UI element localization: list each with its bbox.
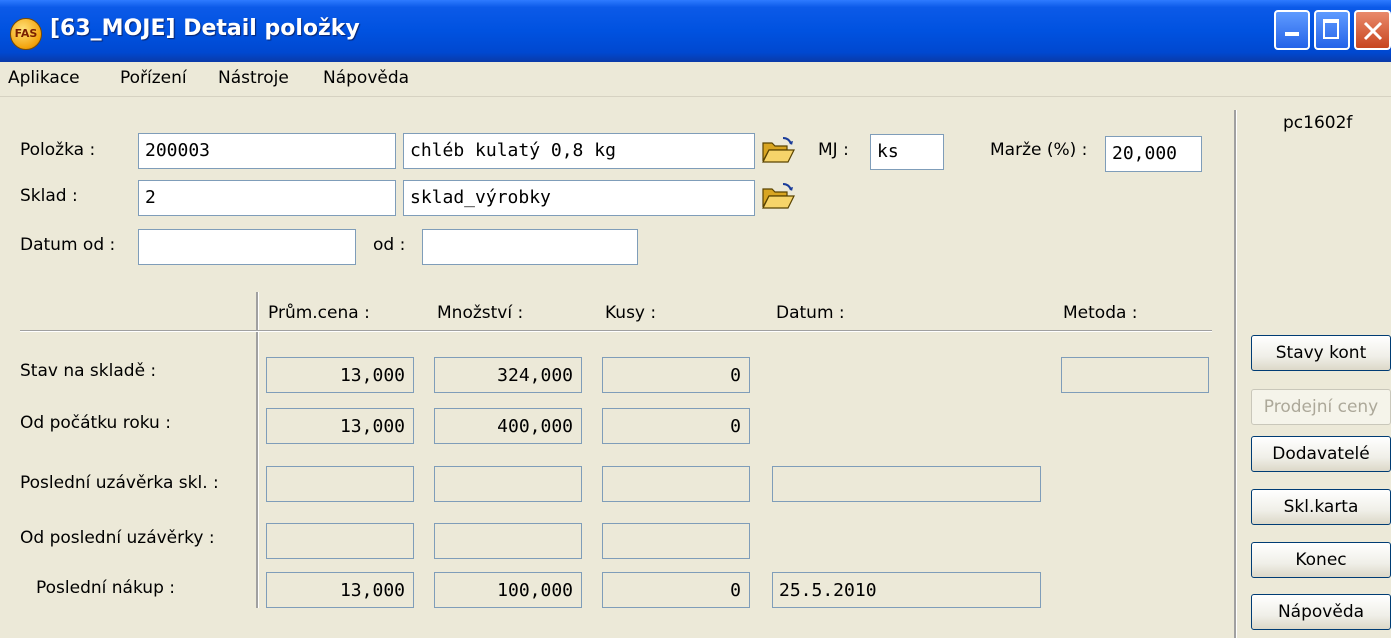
item-name-field[interactable]: chléb kulatý 0,8 kg — [403, 133, 755, 169]
col-header-price: Prům.cena : — [268, 303, 370, 323]
col-header-method: Metoda : — [1063, 303, 1138, 323]
menu-nastroje[interactable]: Nástroje — [218, 68, 289, 88]
stock-price-field: 13,000 — [266, 357, 414, 393]
year-qty-field: 400,000 — [434, 408, 582, 444]
minimize-icon — [1285, 32, 1299, 36]
since-qty-field — [434, 523, 582, 559]
account-states-button[interactable]: Stavy kont — [1251, 335, 1391, 371]
warehouse-code-field[interactable]: 2 — [138, 180, 396, 216]
since-price-field — [266, 523, 414, 559]
computer-name: pc1602f — [1283, 113, 1353, 133]
mj-label: MJ : — [818, 140, 849, 160]
row-label-last-purchase: Poslední nákup : — [36, 578, 175, 598]
grid-separator — [256, 292, 259, 608]
close-app-button[interactable]: Konec — [1251, 542, 1391, 578]
row-label-since-closing: Od poslední uzávěrky : — [20, 528, 215, 548]
closing-qty-field — [434, 466, 582, 502]
stock-method-field — [1061, 357, 1209, 393]
row-label-last-closing: Poslední uzávěrka skl. : — [20, 473, 219, 493]
margin-field[interactable]: 20,000 — [1105, 136, 1202, 172]
closing-date-field — [772, 466, 1041, 502]
row-label-year-start: Od počátku roku : — [20, 413, 171, 433]
menu-napoveda[interactable]: Nápověda — [323, 68, 409, 88]
stock-pieces-field: 0 — [602, 357, 750, 393]
date-from-label: Datum od : — [20, 235, 116, 255]
help-button[interactable]: Nápověda — [1251, 594, 1391, 630]
purchase-date-field: 25.5.2010 — [772, 572, 1041, 608]
col-header-qty: Množství : — [437, 303, 524, 323]
sale-prices-button[interactable]: Prodejní ceny — [1251, 389, 1391, 425]
year-price-field: 13,000 — [266, 408, 414, 444]
mj-field[interactable]: ks — [870, 134, 944, 170]
close-icon — [1363, 21, 1383, 41]
date-to-field[interactable] — [422, 229, 638, 265]
menu-porizeni[interactable]: Pořízení — [120, 68, 187, 88]
purchase-price-field: 13,000 — [266, 572, 414, 608]
open-folder-icon[interactable] — [761, 137, 795, 165]
menu-aplikace[interactable]: Aplikace — [8, 68, 80, 88]
col-header-pieces: Kusy : — [605, 303, 657, 323]
suppliers-button[interactable]: Dodavatelé — [1251, 436, 1391, 472]
open-folder-icon[interactable] — [761, 183, 795, 211]
year-pieces-field: 0 — [602, 408, 750, 444]
purchase-qty-field: 100,000 — [434, 572, 582, 608]
margin-label: Marže (%) : — [990, 140, 1088, 160]
stock-qty-field: 324,000 — [434, 357, 582, 393]
closing-price-field — [266, 466, 414, 502]
row-label-stock: Stav na skladě : — [20, 361, 157, 381]
minimize-button[interactable] — [1274, 10, 1310, 50]
item-label: Položka : — [20, 140, 96, 160]
warehouse-label: Sklad : — [20, 186, 78, 206]
title-bar[interactable]: FAS [63_MOJE] Detail položky — [0, 0, 1391, 62]
warehouse-name-field[interactable]: sklad_výrobky — [403, 180, 755, 216]
detail-window: FAS [63_MOJE] Detail položky Aplikace Po… — [0, 0, 1391, 638]
item-code-field[interactable]: 200003 — [138, 133, 396, 169]
date-to-label: od : — [373, 235, 406, 255]
menu-bar: Aplikace Pořízení Nástroje Nápověda — [0, 62, 1391, 97]
closing-pieces-field — [602, 466, 750, 502]
maximize-icon — [1323, 19, 1339, 39]
window-title: [63_MOJE] Detail položky — [50, 16, 360, 41]
app-icon[interactable]: FAS — [10, 18, 42, 50]
date-from-field[interactable] — [138, 229, 356, 265]
close-button[interactable] — [1354, 10, 1391, 50]
since-pieces-field — [602, 523, 750, 559]
stock-card-button[interactable]: Skl.karta — [1251, 489, 1391, 525]
col-header-date: Datum : — [776, 303, 845, 323]
panel-separator — [1234, 110, 1237, 638]
maximize-button[interactable] — [1314, 10, 1350, 50]
grid-header-line — [20, 330, 1212, 332]
purchase-pieces-field: 0 — [602, 572, 750, 608]
